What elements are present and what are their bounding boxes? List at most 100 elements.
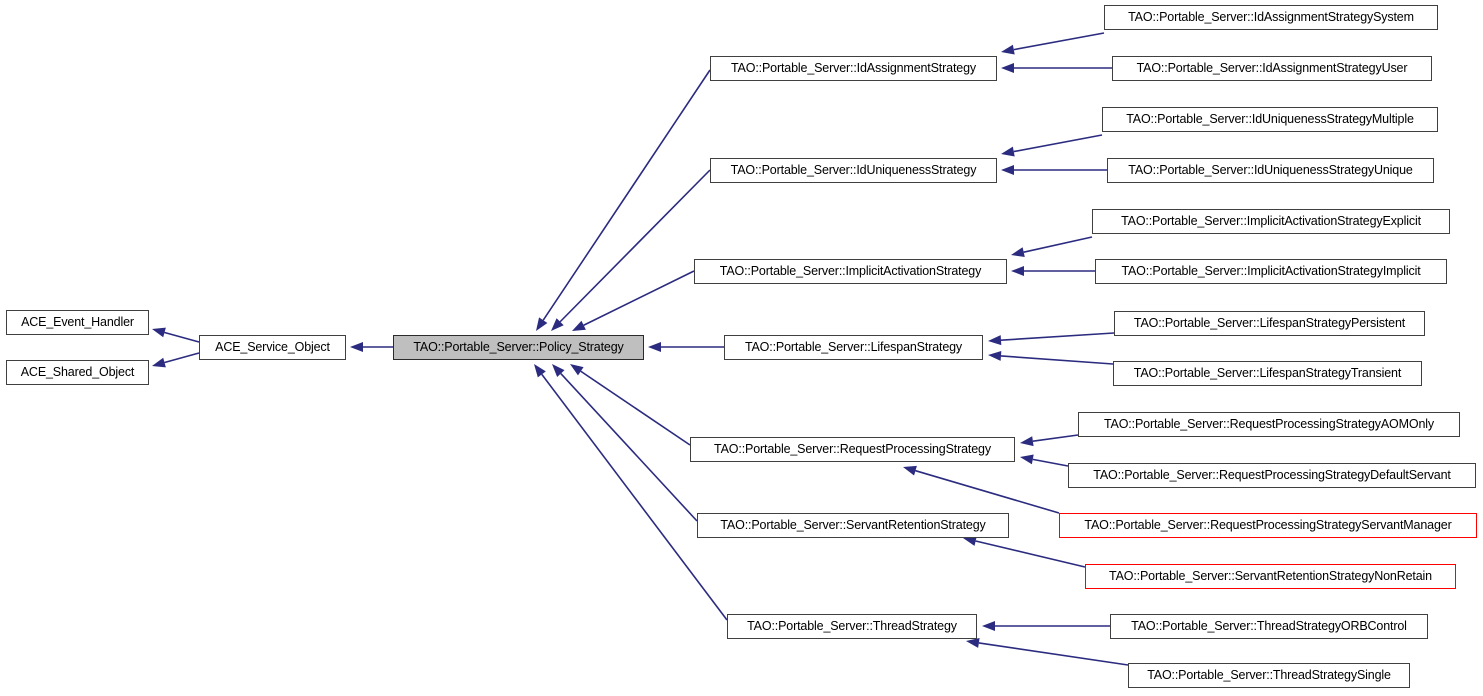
arrow-head-icon: [1011, 266, 1024, 276]
inheritance-arrow: [152, 352, 200, 368]
arrow-head-icon: [536, 317, 548, 331]
class-node-request-processing-strategy-servant-manager[interactable]: TAO::Portable_Server::RequestProcessingS…: [1059, 513, 1477, 538]
class-node-label: ACE_Shared_Object: [20, 365, 135, 380]
class-node-label: TAO::Portable_Server::ImplicitActivation…: [1121, 214, 1421, 229]
inheritance-arrow: [982, 621, 1110, 631]
class-node-request-processing-strategy[interactable]: TAO::Portable_Server::RequestProcessingS…: [690, 437, 1015, 462]
class-node-label: TAO::Portable_Server::ImplicitActivation…: [719, 264, 982, 279]
arrow-head-icon: [988, 350, 1002, 361]
inheritance-arrow: [551, 169, 711, 331]
inheritance-arrow: [1020, 434, 1079, 447]
inheritance-arrow: [963, 536, 1086, 568]
arrow-head-icon: [534, 364, 546, 378]
inheritance-arrow: [570, 364, 691, 446]
inheritance-arrow: [648, 342, 724, 352]
class-node-id-assignment-strategy-system[interactable]: TAO::Portable_Server::IdAssignmentStrate…: [1104, 5, 1438, 30]
arrow-shaft: [541, 373, 728, 621]
class-node-label: TAO::Portable_Server::ThreadStrategyORBC…: [1131, 619, 1407, 634]
class-node-label: TAO::Portable_Server::Policy_Strategy: [413, 340, 624, 355]
arrow-shaft: [1000, 332, 1115, 341]
arrow-shaft: [975, 540, 1086, 568]
class-node-lifespan-strategy-transient[interactable]: TAO::Portable_Server::LifespanStrategyTr…: [1113, 361, 1422, 386]
class-node-servant-retention-strategy[interactable]: TAO::Portable_Server::ServantRetentionSt…: [697, 513, 1009, 538]
class-node-thread-strategy-orb-control[interactable]: TAO::Portable_Server::ThreadStrategyORBC…: [1110, 614, 1428, 639]
arrow-head-icon: [572, 320, 586, 331]
inheritance-arrow: [1011, 236, 1093, 258]
class-node-implicit-activation-strategy-implicit[interactable]: TAO::Portable_Server::ImplicitActivation…: [1095, 259, 1447, 284]
arrow-shaft: [1013, 134, 1103, 153]
class-node-id-assignment-strategy[interactable]: TAO::Portable_Server::IdAssignmentStrate…: [710, 56, 997, 81]
arrow-shaft: [164, 331, 200, 343]
class-node-id-uniqueness-strategy[interactable]: TAO::Portable_Server::IdUniquenessStrate…: [710, 158, 997, 183]
class-node-request-processing-strategy-default-servant[interactable]: TAO::Portable_Server::RequestProcessingS…: [1068, 463, 1476, 488]
arrow-shaft: [1013, 32, 1105, 51]
inheritance-arrow: [572, 270, 695, 331]
class-node-id-uniqueness-strategy-multiple[interactable]: TAO::Portable_Server::IdUniquenessStrate…: [1102, 107, 1438, 132]
inheritance-arrow: [1001, 165, 1107, 175]
class-node-id-uniqueness-strategy-unique[interactable]: TAO::Portable_Server::IdUniquenessStrate…: [1107, 158, 1434, 183]
inheritance-arrow: [988, 332, 1115, 346]
arrow-shaft: [580, 370, 691, 446]
class-node-lifespan-strategy-persistent[interactable]: TAO::Portable_Server::LifespanStrategyPe…: [1114, 311, 1425, 336]
class-node-ace-event-handler[interactable]: ACE_Event_Handler: [6, 310, 149, 335]
inheritance-arrow: [534, 364, 728, 621]
arrow-head-icon: [982, 621, 995, 631]
inheritance-arrow: [1001, 63, 1112, 73]
class-node-label: TAO::Portable_Server::RequestProcessingS…: [1103, 417, 1434, 432]
arrow-head-icon: [903, 465, 917, 476]
class-node-label: ACE_Service_Object: [215, 340, 330, 355]
inheritance-arrow: [552, 364, 698, 522]
arrow-shaft: [164, 352, 200, 364]
inheritance-arrow: [152, 327, 200, 343]
arrow-head-icon: [1001, 63, 1014, 73]
class-node-policy-strategy[interactable]: TAO::Portable_Server::Policy_Strategy: [393, 335, 644, 360]
arrow-shaft: [1032, 434, 1079, 443]
inheritance-arrow: [903, 465, 1060, 514]
arrow-head-icon: [1001, 165, 1014, 175]
inheritance-arrow: [536, 69, 711, 331]
arrow-shaft: [915, 469, 1060, 514]
class-node-ace-service-object[interactable]: ACE_Service_Object: [199, 335, 346, 360]
class-node-label: TAO::Portable_Server::IdUniquenessStrate…: [1128, 163, 1413, 178]
class-node-request-processing-strategy-aomonly[interactable]: TAO::Portable_Server::RequestProcessingS…: [1078, 412, 1460, 437]
arrow-head-icon: [1001, 146, 1015, 157]
class-node-label: TAO::Portable_Server::ThreadStrategy: [747, 619, 957, 634]
inheritance-arrow: [1020, 454, 1069, 467]
class-node-implicit-activation-strategy-explicit[interactable]: TAO::Portable_Server::ImplicitActivation…: [1092, 209, 1450, 234]
arrow-head-icon: [1020, 454, 1034, 465]
class-node-label: TAO::Portable_Server::LifespanStrategyPe…: [1133, 316, 1406, 331]
arrow-head-icon: [988, 335, 1002, 346]
class-node-label: TAO::Portable_Server::LifespanStrategyTr…: [1133, 366, 1402, 381]
inheritance-arrow: [1011, 266, 1095, 276]
arrow-head-icon: [1011, 247, 1025, 258]
arrow-shaft: [583, 270, 695, 326]
inheritance-arrow: [1001, 134, 1103, 157]
arrow-head-icon: [350, 342, 363, 352]
arrow-shaft: [1000, 355, 1114, 365]
arrow-shaft: [1032, 458, 1069, 467]
inheritance-arrow: [350, 342, 393, 352]
class-node-id-assignment-strategy-user[interactable]: TAO::Portable_Server::IdAssignmentStrate…: [1112, 56, 1432, 81]
class-node-implicit-activation-strategy[interactable]: TAO::Portable_Server::ImplicitActivation…: [694, 259, 1007, 284]
inheritance-arrow: [1001, 32, 1105, 55]
class-node-lifespan-strategy[interactable]: TAO::Portable_Server::LifespanStrategy: [724, 335, 983, 360]
class-node-ace-shared-object[interactable]: ACE_Shared_Object: [6, 360, 149, 385]
class-node-label: TAO::Portable_Server::ThreadStrategySing…: [1147, 668, 1391, 683]
class-node-label: TAO::Portable_Server::IdUniquenessStrate…: [730, 163, 977, 178]
arrow-head-icon: [152, 327, 166, 338]
class-node-label: TAO::Portable_Server::RequestProcessingS…: [1084, 518, 1452, 533]
arrow-shaft: [978, 642, 1129, 666]
class-node-label: TAO::Portable_Server::IdAssignmentStrate…: [731, 61, 976, 76]
class-node-label: TAO::Portable_Server::ServantRetentionSt…: [1109, 569, 1432, 584]
class-node-label: TAO::Portable_Server::ImplicitActivation…: [1121, 264, 1421, 279]
class-node-label: TAO::Portable_Server::LifespanStrategy: [744, 340, 963, 355]
class-node-label: TAO::Portable_Server::ServantRetentionSt…: [720, 518, 986, 533]
class-node-servant-retention-strategy-non-retain[interactable]: TAO::Portable_Server::ServantRetentionSt…: [1085, 564, 1456, 589]
inheritance-arrow: [966, 637, 1129, 666]
arrow-head-icon: [1020, 436, 1034, 447]
arrow-head-icon: [648, 342, 661, 352]
class-node-thread-strategy-single[interactable]: TAO::Portable_Server::ThreadStrategySing…: [1128, 663, 1410, 688]
arrow-head-icon: [966, 637, 980, 648]
class-node-thread-strategy[interactable]: TAO::Portable_Server::ThreadStrategy: [727, 614, 977, 639]
inheritance-diagram: ACE_Event_Handler ACE_Shared_Object ACE_Se…: [0, 0, 1483, 696]
